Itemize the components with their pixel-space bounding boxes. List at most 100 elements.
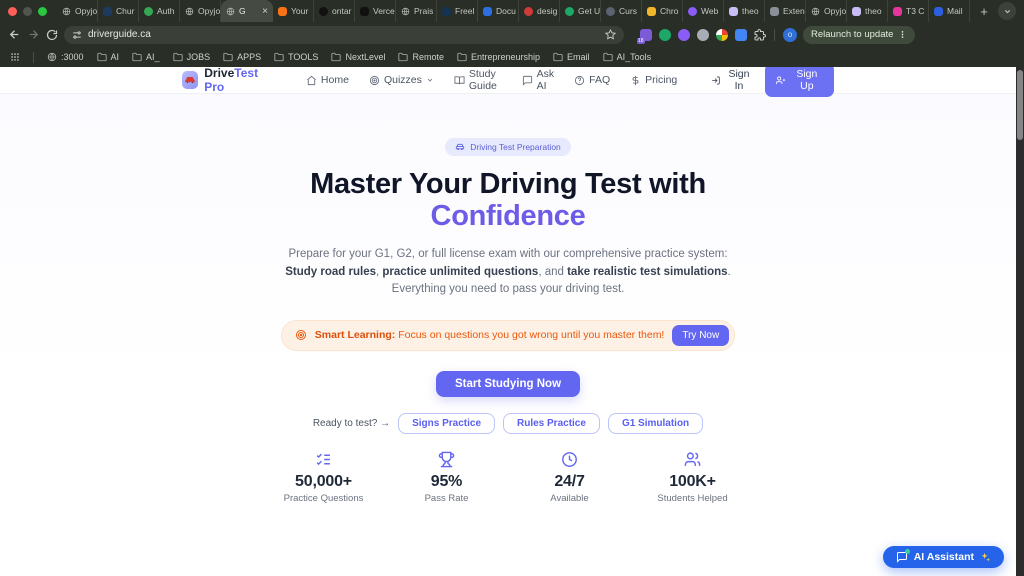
browser-tab[interactable]: Opyjo — [180, 0, 221, 22]
browser-tab[interactable]: Curs — [601, 0, 642, 22]
extensions-puzzle-icon[interactable] — [754, 29, 766, 41]
browser-tab[interactable]: Auth — [139, 0, 180, 22]
tab-title: Opyjo — [198, 6, 220, 16]
apps-grid-icon[interactable] — [10, 52, 20, 62]
bookmark-folder[interactable]: Remote — [398, 52, 444, 62]
browser-tab[interactable]: Opyjo — [806, 0, 847, 22]
browser-tab[interactable]: Get U — [560, 0, 601, 22]
tab-close-icon[interactable]: × — [262, 6, 268, 17]
tab-favicon — [483, 7, 492, 16]
site-navbar: DriveTest Pro Home Quizzes Study Guide Ask … — [0, 67, 1016, 94]
browser-tab[interactable]: ontar — [314, 0, 355, 22]
tab-search-button[interactable] — [998, 2, 1016, 20]
extension-icon[interactable] — [678, 29, 690, 41]
bookmark-folder[interactable]: TOOLS — [274, 52, 318, 62]
profile-avatar[interactable]: o — [783, 28, 797, 42]
chevron-down-icon — [426, 76, 434, 84]
browser-tab[interactable]: Docu — [478, 0, 519, 22]
browser-tab[interactable]: Mail — [929, 0, 970, 22]
bookmark-star-icon[interactable] — [605, 29, 616, 40]
nav-item-faq[interactable]: FAQ — [574, 74, 610, 86]
tab-favicon — [185, 7, 194, 16]
quick-link-g1-simulation[interactable]: G1 Simulation — [608, 413, 703, 434]
scrollbar-thumb[interactable] — [1017, 70, 1023, 140]
bookmark-folder[interactable]: JOBS — [173, 52, 211, 62]
new-tab-button[interactable]: + — [974, 1, 994, 21]
nav-item-ask-ai[interactable]: Ask AI — [522, 68, 555, 92]
tab-title: Freel — [455, 6, 474, 16]
reload-button[interactable] — [46, 29, 58, 41]
browser-tab[interactable]: Chro — [642, 0, 683, 22]
browser-tab[interactable]: Freel — [437, 0, 478, 22]
extension-icon[interactable] — [697, 29, 709, 41]
tab-title: G — [239, 6, 246, 16]
car-icon — [455, 142, 465, 152]
zoom-window-button[interactable] — [38, 7, 47, 16]
extension-icon[interactable] — [735, 29, 747, 41]
quick-link-signs-practice[interactable]: Signs Practice — [398, 413, 495, 434]
start-studying-button[interactable]: Start Studying Now — [436, 371, 580, 397]
browser-menu-icon[interactable] — [898, 30, 907, 39]
browser-tab[interactable]: Web — [683, 0, 724, 22]
quick-link-rules-practice[interactable]: Rules Practice — [503, 413, 600, 434]
nav-item-pricing[interactable]: Pricing — [630, 74, 677, 86]
back-arrow-icon — [8, 28, 21, 41]
nav-item-quizzes[interactable]: Quizzes — [369, 74, 434, 86]
forward-button[interactable] — [27, 28, 40, 41]
browser-tab[interactable]: T3 C — [888, 0, 929, 22]
stat-item: 50,000+Practice Questions — [262, 451, 385, 504]
bookmark-folder[interactable]: AI_ — [132, 52, 160, 62]
toolbar-divider — [774, 29, 775, 41]
tab-title: Curs — [619, 6, 637, 16]
stat-label: Practice Questions — [262, 493, 385, 504]
extension-icon[interactable] — [659, 29, 671, 41]
tab-strip: OpyjoChurAuthOpyjoG×YourontarVercePraisF… — [57, 0, 970, 22]
scrollbar[interactable] — [1016, 67, 1024, 576]
bookmark-server[interactable]: :3000 — [47, 52, 84, 62]
relaunch-to-update-button[interactable]: Relaunch to update — [803, 26, 915, 44]
nav-item-study-guide[interactable]: Study Guide — [454, 68, 502, 92]
tab-title: Opyjo — [824, 6, 846, 16]
back-button[interactable] — [8, 28, 21, 41]
tab-title: ontar — [332, 6, 351, 16]
tab-title: Opyjo — [75, 6, 97, 16]
extension-icon[interactable]: 18 — [640, 29, 652, 41]
browser-tab[interactable]: Prais — [396, 0, 437, 22]
bookmark-folder[interactable]: NextLevel — [331, 52, 385, 62]
sign-in-button[interactable]: Sign In — [711, 68, 753, 92]
site-settings-icon[interactable] — [72, 30, 82, 40]
browser-tab[interactable]: desig — [519, 0, 560, 22]
bookmark-folder[interactable]: AI — [97, 52, 120, 62]
ai-assistant-button[interactable]: AI Assistant — [883, 546, 1004, 568]
try-now-button[interactable]: Try Now — [672, 325, 729, 346]
tab-favicon — [62, 7, 71, 16]
bookmark-folder[interactable]: Entrepreneurship — [457, 52, 540, 62]
globe-icon — [47, 52, 57, 62]
browser-tab[interactable]: theo — [724, 0, 765, 22]
site-logo[interactable]: DriveTest Pro — [182, 67, 274, 94]
tab-favicon — [401, 7, 410, 16]
bookmark-folder[interactable]: Email — [553, 52, 590, 62]
close-window-button[interactable] — [8, 7, 17, 16]
browser-tab[interactable]: theo — [847, 0, 888, 22]
address-bar[interactable]: driverguide.ca — [64, 26, 624, 44]
browser-chrome: OpyjoChurAuthOpyjoG×YourontarVercePraisF… — [0, 0, 1024, 67]
bookmark-folder[interactable]: AI_Tools — [603, 52, 652, 62]
browser-tab[interactable]: Chur — [98, 0, 139, 22]
hero-title-accent: Confidence — [431, 200, 586, 232]
url-text[interactable]: driverguide.ca — [88, 29, 599, 40]
sign-up-button[interactable]: Sign Up — [765, 67, 834, 97]
bookmark-folder[interactable]: APPS — [223, 52, 261, 62]
browser-tab[interactable]: Exten — [765, 0, 806, 22]
browser-tab[interactable]: Verce — [355, 0, 396, 22]
tab-favicon — [770, 7, 779, 16]
tab-title: Get U — [578, 6, 600, 16]
minimize-window-button[interactable] — [23, 7, 32, 16]
browser-tab[interactable]: Opyjo — [57, 0, 98, 22]
nav-item-home[interactable]: Home — [306, 74, 349, 86]
browser-tab[interactable]: Your — [273, 0, 314, 22]
extension-icon[interactable] — [716, 29, 728, 41]
browser-tab-active[interactable]: G× — [221, 0, 273, 22]
stat-value: 24/7 — [508, 473, 631, 491]
folder-icon — [331, 52, 341, 62]
